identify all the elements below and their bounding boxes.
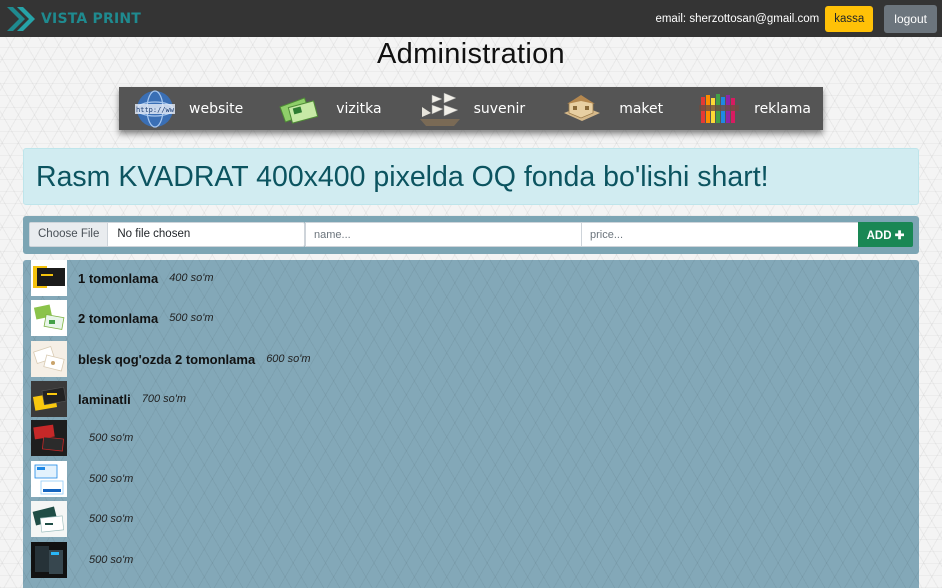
category-reklama[interactable]: reklama [697, 87, 811, 130]
category-website[interactable]: http://ww website [133, 87, 243, 130]
plus-icon: ✚ [894, 229, 905, 242]
brand-logo[interactable]: VISTA PRINT [5, 5, 141, 33]
vista-print-logo-icon [7, 6, 35, 31]
product-name: laminatli [78, 391, 131, 407]
svg-text:http://ww: http://ww [136, 106, 175, 114]
product-price: 600 so'm [266, 353, 311, 365]
kassa-button[interactable]: kassa [825, 5, 874, 32]
globe-icon: http://ww [135, 89, 175, 128]
business-cards-icon [279, 96, 319, 124]
brand-name: VISTA PRINT [41, 10, 142, 27]
product-name: 2 tomonlama [78, 310, 159, 326]
price-input[interactable] [581, 222, 859, 247]
product-thumbnail [31, 341, 67, 377]
list-item[interactable]: 500 so'm [31, 542, 133, 578]
file-status: No file chosen [117, 228, 191, 240]
product-thumbnail [31, 260, 67, 296]
category-label: vizitka [336, 100, 382, 117]
list-item[interactable]: 2 tomonlama 500 so'm [31, 300, 213, 336]
add-button[interactable]: ADD ✚ [858, 222, 913, 247]
list-item[interactable]: 1 tomonlama 400 so'm [31, 260, 213, 296]
logout-button[interactable]: logout [884, 4, 937, 33]
list-item[interactable]: 500 so'm [31, 461, 133, 497]
top-navbar: VISTA PRINT email: sherzottosan@gmail.co… [0, 0, 942, 37]
ship-icon [419, 90, 460, 126]
house-model-icon [564, 94, 601, 121]
category-suvenir[interactable]: suvenir [416, 87, 526, 130]
product-list: 1 tomonlama 400 so'm 2 tomonlama 500 so'… [23, 260, 919, 588]
product-thumbnail [31, 501, 67, 537]
user-email: email: sherzottosan@gmail.com [655, 12, 820, 25]
page-title: Administration [377, 38, 565, 70]
category-label: reklama [754, 100, 811, 117]
list-item[interactable]: 500 so'm [31, 501, 133, 537]
product-price: 500 so'm [89, 473, 134, 485]
category-vizitka[interactable]: vizitka [278, 87, 382, 130]
choose-file-button[interactable]: Choose File [30, 223, 109, 246]
product-price: 500 so'm [89, 513, 134, 525]
product-thumbnail [31, 381, 67, 417]
product-name: 1 tomonlama [78, 270, 159, 286]
product-price: 500 so'm [169, 312, 214, 324]
product-thumbnail [31, 461, 67, 497]
product-price: 500 so'm [89, 432, 134, 444]
list-item[interactable]: 500 so'm [31, 420, 133, 456]
file-input[interactable]: Choose File No file chosen [29, 222, 305, 247]
name-input[interactable] [305, 222, 582, 247]
product-name: blesk qog'ozda 2 tomonlama [78, 351, 256, 367]
upload-form: Choose File No file chosen ADD ✚ [23, 216, 919, 254]
product-thumbnail [31, 542, 67, 578]
category-nav: http://ww website vizitka suvenir maket … [119, 87, 823, 130]
category-maket[interactable]: maket [561, 87, 663, 130]
product-thumbnail [31, 420, 67, 456]
product-thumbnail [31, 300, 67, 336]
product-price: 400 so'm [169, 272, 214, 284]
add-label: ADD [866, 229, 892, 242]
colorful-sign-icon [699, 93, 740, 123]
notice-alert: Rasm KVADRAT 400x400 pixelda OQ fonda bo… [23, 148, 919, 205]
category-label: maket [619, 100, 664, 117]
product-price: 700 so'm [141, 393, 187, 405]
notice-text: Rasm KVADRAT 400x400 pixelda OQ fonda bo… [36, 161, 769, 193]
list-item[interactable]: blesk qog'ozda 2 tomonlama 600 so'm [31, 341, 310, 377]
product-price: 500 so'm [89, 554, 134, 566]
category-label: website [189, 100, 244, 117]
category-label: suvenir [473, 100, 526, 117]
list-item[interactable]: laminatli 700 so'm [31, 381, 186, 417]
